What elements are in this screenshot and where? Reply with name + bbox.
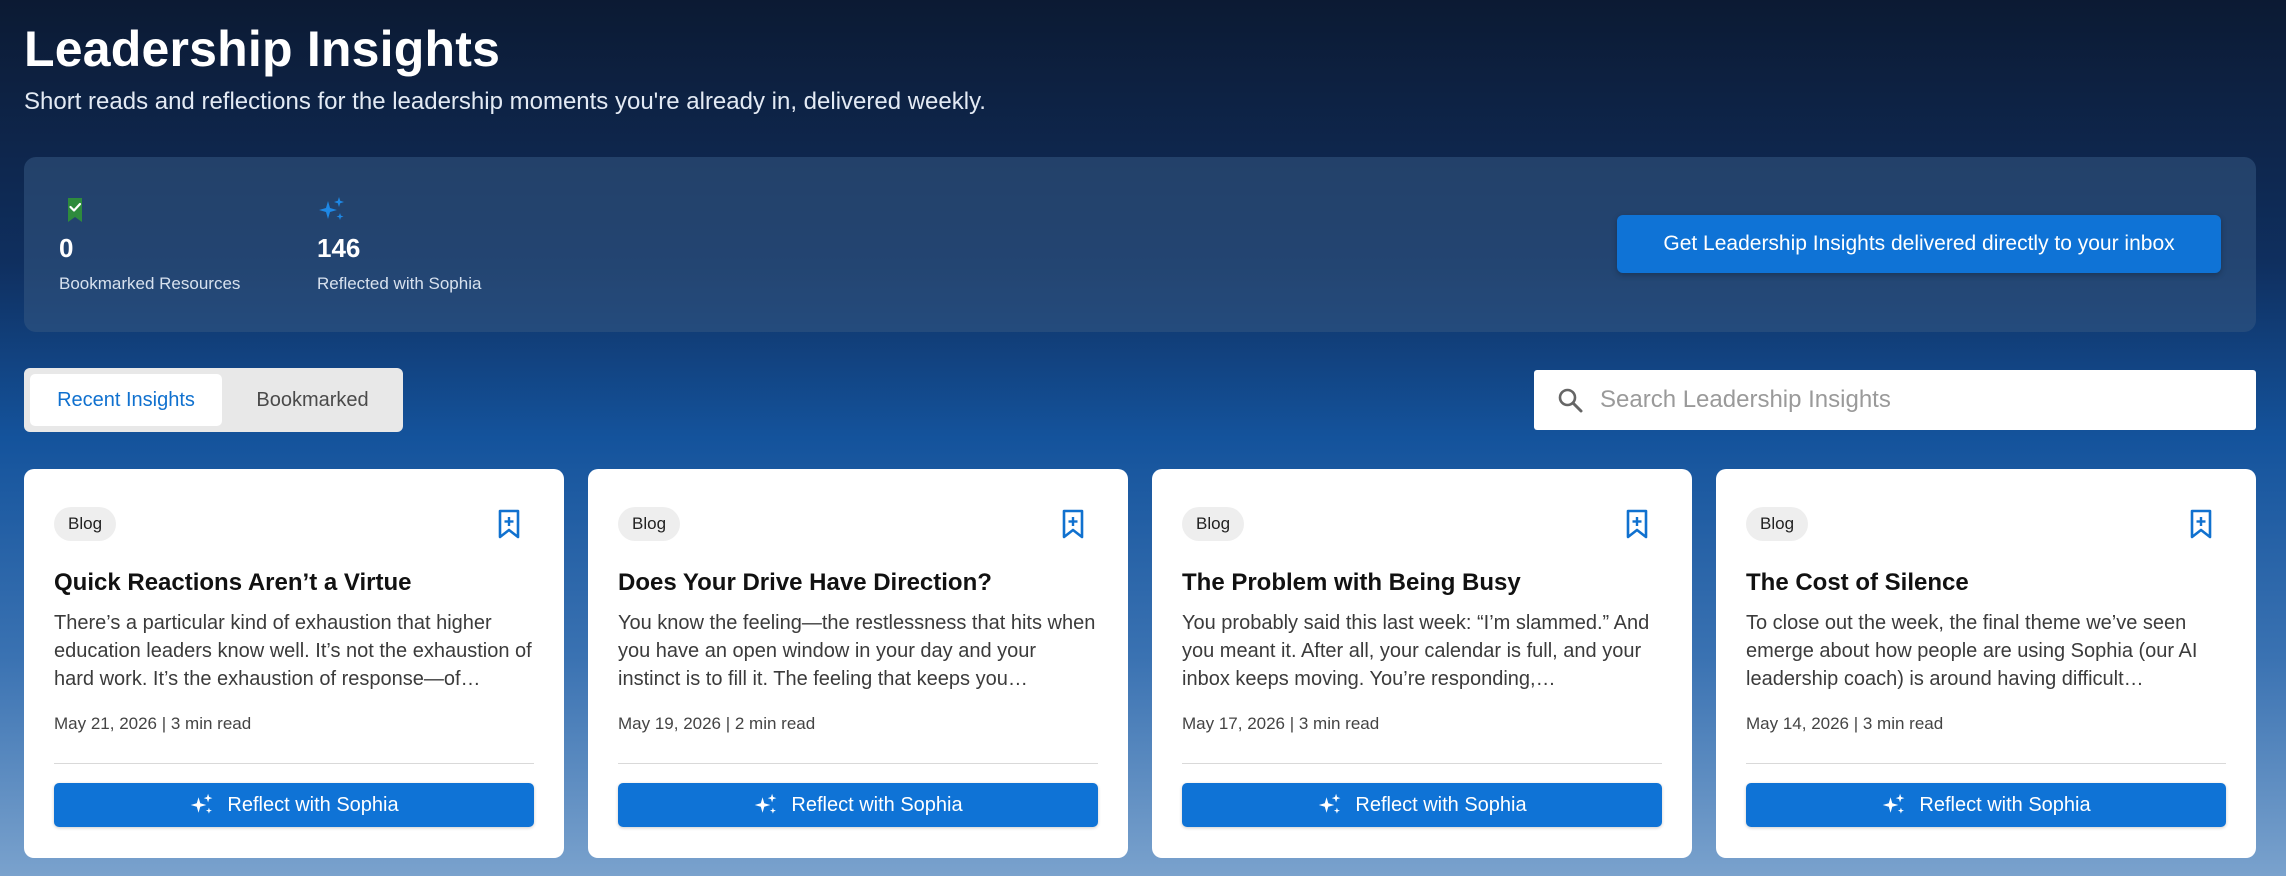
sparkle-icon [1319,793,1341,814]
insights-tabs: Recent Insights Bookmarked [24,368,403,432]
reflect-button-label: Reflect with Sophia [227,793,399,816]
stat-bookmarked: 0 Bookmarked Resources [59,195,240,294]
card-title[interactable]: The Problem with Being Busy [1182,569,1521,597]
sparkle-icon [1883,793,1905,814]
reflect-button-label: Reflect with Sophia [1919,793,2091,816]
reflect-with-sophia-button[interactable]: Reflect with Sophia [54,783,534,827]
reflect-button-label: Reflect with Sophia [791,793,963,816]
insight-card[interactable]: Blog The Cost of Silence To close out th… [1716,469,2256,858]
bookmark-check-icon [68,198,82,222]
card-tag: Blog [618,507,681,541]
reflect-with-sophia-button[interactable]: Reflect with Sophia [618,783,1098,827]
bookmark-add-icon[interactable] [1624,509,1650,539]
card-divider [618,763,1098,764]
bookmark-add-icon[interactable] [2188,509,2214,539]
card-excerpt: To close out the week, the final theme w… [1746,612,2198,690]
tab-recent-insights[interactable]: Recent Insights [30,374,222,426]
card-title[interactable]: Quick Reactions Aren’t a Virtue [54,569,411,597]
insight-cards: Blog Quick Reactions Aren’t a Virtue The… [24,469,2256,858]
sparkle-icon [319,197,344,220]
insight-card[interactable]: Blog Does Your Drive Have Direction? You… [588,469,1128,858]
page-subtitle: Short reads and reflections for the lead… [24,88,986,115]
card-title[interactable]: The Cost of Silence [1746,569,1969,597]
sparkle-icon [191,793,213,814]
search-icon [1558,388,1583,413]
sparkle-icon [755,793,777,814]
insight-card[interactable]: Blog Quick Reactions Aren’t a Virtue The… [24,469,564,858]
reflect-with-sophia-button[interactable]: Reflect with Sophia [1746,783,2226,827]
card-tag: Blog [1746,507,1809,541]
card-title[interactable]: Does Your Drive Have Direction? [618,569,992,597]
card-tag: Blog [54,507,117,541]
page-title: Leadership Insights [24,21,501,77]
subscribe-button[interactable]: Get Leadership Insights delivered direct… [1617,215,2221,273]
card-meta: May 14, 2026 | 3 min read [1746,714,1944,733]
card-excerpt: You probably said this last week: “I’m s… [1182,612,1650,690]
stat-value: 0 [59,233,74,263]
insight-card[interactable]: Blog The Problem with Being Busy You pro… [1152,469,1692,858]
card-tag: Blog [1182,507,1245,541]
stats-panel: 0 Bookmarked Resources 146 Reflected wit… [24,157,2256,332]
card-meta: May 19, 2026 | 2 min read [618,714,816,733]
card-meta: May 21, 2026 | 3 min read [54,714,252,733]
stat-value: 146 [317,233,361,263]
bookmark-add-icon[interactable] [496,509,522,539]
reflect-with-sophia-button[interactable]: Reflect with Sophia [1182,783,1662,827]
card-meta: May 17, 2026 | 3 min read [1182,714,1380,733]
card-divider [1182,763,1662,764]
card-divider [54,763,534,764]
search-box[interactable] [1534,370,2256,430]
card-excerpt: There’s a particular kind of exhaustion … [54,612,532,690]
stat-reflected: 146 Reflected with Sophia [317,195,481,294]
stat-label: Reflected with Sophia [317,274,482,293]
tab-bookmarked[interactable]: Bookmarked [228,374,397,426]
card-excerpt: You know the feeling—the restlessness th… [618,612,1096,690]
search-input[interactable] [1600,386,2220,414]
stat-label: Bookmarked Resources [59,274,241,293]
reflect-button-label: Reflect with Sophia [1355,793,1527,816]
card-divider [1746,763,2226,764]
bookmark-add-icon[interactable] [1060,509,1086,539]
